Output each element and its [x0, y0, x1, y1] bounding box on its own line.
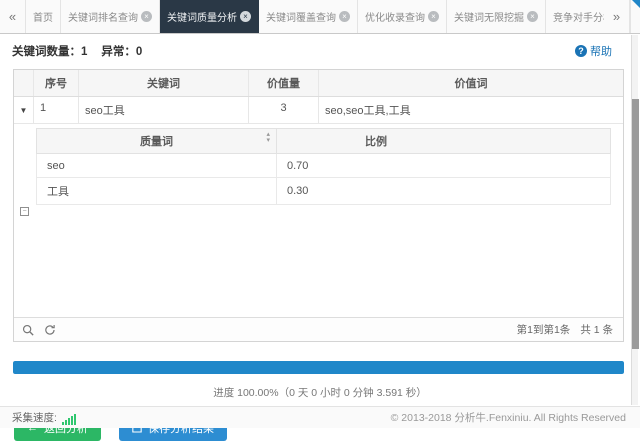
subgrid-detail-row: − 质量词 ▴▾ 比例 seo 0.70 工具 0.30 — [14, 124, 623, 224]
progress-fill — [13, 361, 624, 374]
subgrid-header-word[interactable]: 质量词 ▴▾ — [37, 129, 277, 154]
tab-label: 优化收录查询 — [365, 9, 425, 24]
column-header-index[interactable]: 序号 — [34, 70, 79, 96]
tab-keyword-quality-analysis[interactable]: 关键词质量分析 × — [160, 0, 259, 33]
cell-index: 1 — [34, 97, 79, 123]
column-header-value-count[interactable]: 价值量 — [249, 70, 319, 96]
tab-close-icon[interactable]: × — [339, 11, 350, 22]
progress-label: 进度 100.00%（0 天 0 小时 0 分钟 3.591 秒） — [0, 385, 640, 400]
scrollbar-thumb[interactable] — [632, 99, 639, 349]
tab-label: 关键词无限挖掘 — [454, 9, 524, 24]
column-header-keyword[interactable]: 关键词 — [79, 70, 249, 96]
tab-label: 关键词排名查询 — [68, 9, 138, 24]
collect-speed-label: 采集速度: — [12, 410, 57, 425]
column-header-value-words[interactable]: 价值词 — [319, 70, 623, 96]
tab-keyword-coverage-query[interactable]: 关键词覆盖查询 × — [259, 0, 358, 33]
subgrid-row[interactable]: seo 0.70 — [37, 154, 611, 178]
status-bar: 采集速度: © 2013-2018 分析牛.Fenxiniu. All Righ… — [0, 406, 640, 428]
cell-ratio: 0.30 — [277, 178, 611, 205]
cell-quality-word: 工具 — [37, 178, 277, 205]
corner-accent — [632, 0, 640, 8]
tab-home[interactable]: 首页 — [26, 0, 61, 33]
tabs-scroll-left-button[interactable]: « — [0, 0, 26, 33]
cell-quality-word: seo — [37, 154, 277, 178]
tab-keyword-ranking-query[interactable]: 关键词排名查询 × — [61, 0, 160, 33]
search-icon[interactable] — [22, 324, 34, 336]
tab-keyword-mining[interactable]: 关键词无限挖掘 × — [447, 0, 546, 33]
cell-value-count: 3 — [249, 97, 319, 123]
signal-bars-icon — [62, 414, 76, 425]
subgrid-header-word-label: 质量词 — [140, 136, 173, 148]
cell-keyword: seo工具 — [79, 97, 249, 123]
refresh-icon[interactable] — [44, 324, 56, 336]
help-label: 帮助 — [590, 43, 612, 59]
keyword-count-text: 关键词数量：1 — [12, 43, 87, 59]
tab-label: 竞争对手分析 — [553, 9, 604, 24]
question-circle-icon: ? — [575, 45, 587, 57]
grid-header-row: 序号 关键词 价值量 价值词 — [14, 70, 623, 97]
quality-words-table: 质量词 ▴▾ 比例 seo 0.70 工具 0.30 — [36, 128, 611, 205]
keyword-grid: 序号 关键词 价值量 价值词 ▼ 1 seo工具 3 seo,seo工具,工具 … — [13, 69, 624, 342]
collapse-subgrid-icon[interactable]: − — [20, 207, 29, 216]
subgrid-row[interactable]: 工具 0.30 — [37, 178, 611, 205]
copyright-text: © 2013-2018 分析牛.Fenxiniu. All Rights Res… — [391, 410, 626, 425]
progress-bar — [13, 361, 624, 374]
summary-bar: 关键词数量：1 异常：0 ? 帮助 — [0, 34, 640, 65]
help-link[interactable]: ? 帮助 — [575, 43, 612, 59]
cell-ratio: 0.70 — [277, 154, 611, 178]
sort-icon[interactable]: ▴▾ — [266, 132, 270, 144]
tab-close-icon[interactable]: × — [428, 11, 439, 22]
tab-label: 关键词质量分析 — [167, 9, 237, 24]
tab-optimize-index-query[interactable]: 优化收录查询 × — [358, 0, 447, 33]
table-row[interactable]: ▼ 1 seo工具 3 seo,seo工具,工具 — [14, 97, 623, 124]
tab-close-icon[interactable]: × — [141, 11, 152, 22]
grid-pager: 第1到第1条 共 1 条 — [14, 317, 623, 341]
pager-total-text: 共 1 条 — [580, 322, 613, 337]
vertical-scrollbar[interactable] — [631, 35, 638, 405]
subgrid-header-ratio[interactable]: 比例 — [277, 129, 611, 154]
pager-range-text: 第1到第1条 — [517, 322, 571, 337]
cell-value-words: seo,seo工具,工具 — [319, 97, 623, 123]
tab-label: 首页 — [33, 9, 53, 24]
tabs-scroll-right-button[interactable]: » — [604, 0, 630, 33]
grid-empty-area — [14, 224, 623, 317]
expand-column-header — [14, 70, 34, 96]
tab-close-icon[interactable]: × — [240, 11, 251, 22]
tab-bar: « 首页 关键词排名查询 × 关键词质量分析 × 关键词覆盖查询 × 优化收录查… — [0, 0, 640, 34]
collapse-row-icon[interactable]: ▼ — [20, 106, 28, 115]
tab-label: 关键词覆盖查询 — [266, 9, 336, 24]
tab-competitor-analysis[interactable]: 竞争对手分析 — [546, 0, 604, 33]
tab-close-icon[interactable]: × — [527, 11, 538, 22]
abnormal-count-text: 异常：0 — [101, 43, 142, 59]
